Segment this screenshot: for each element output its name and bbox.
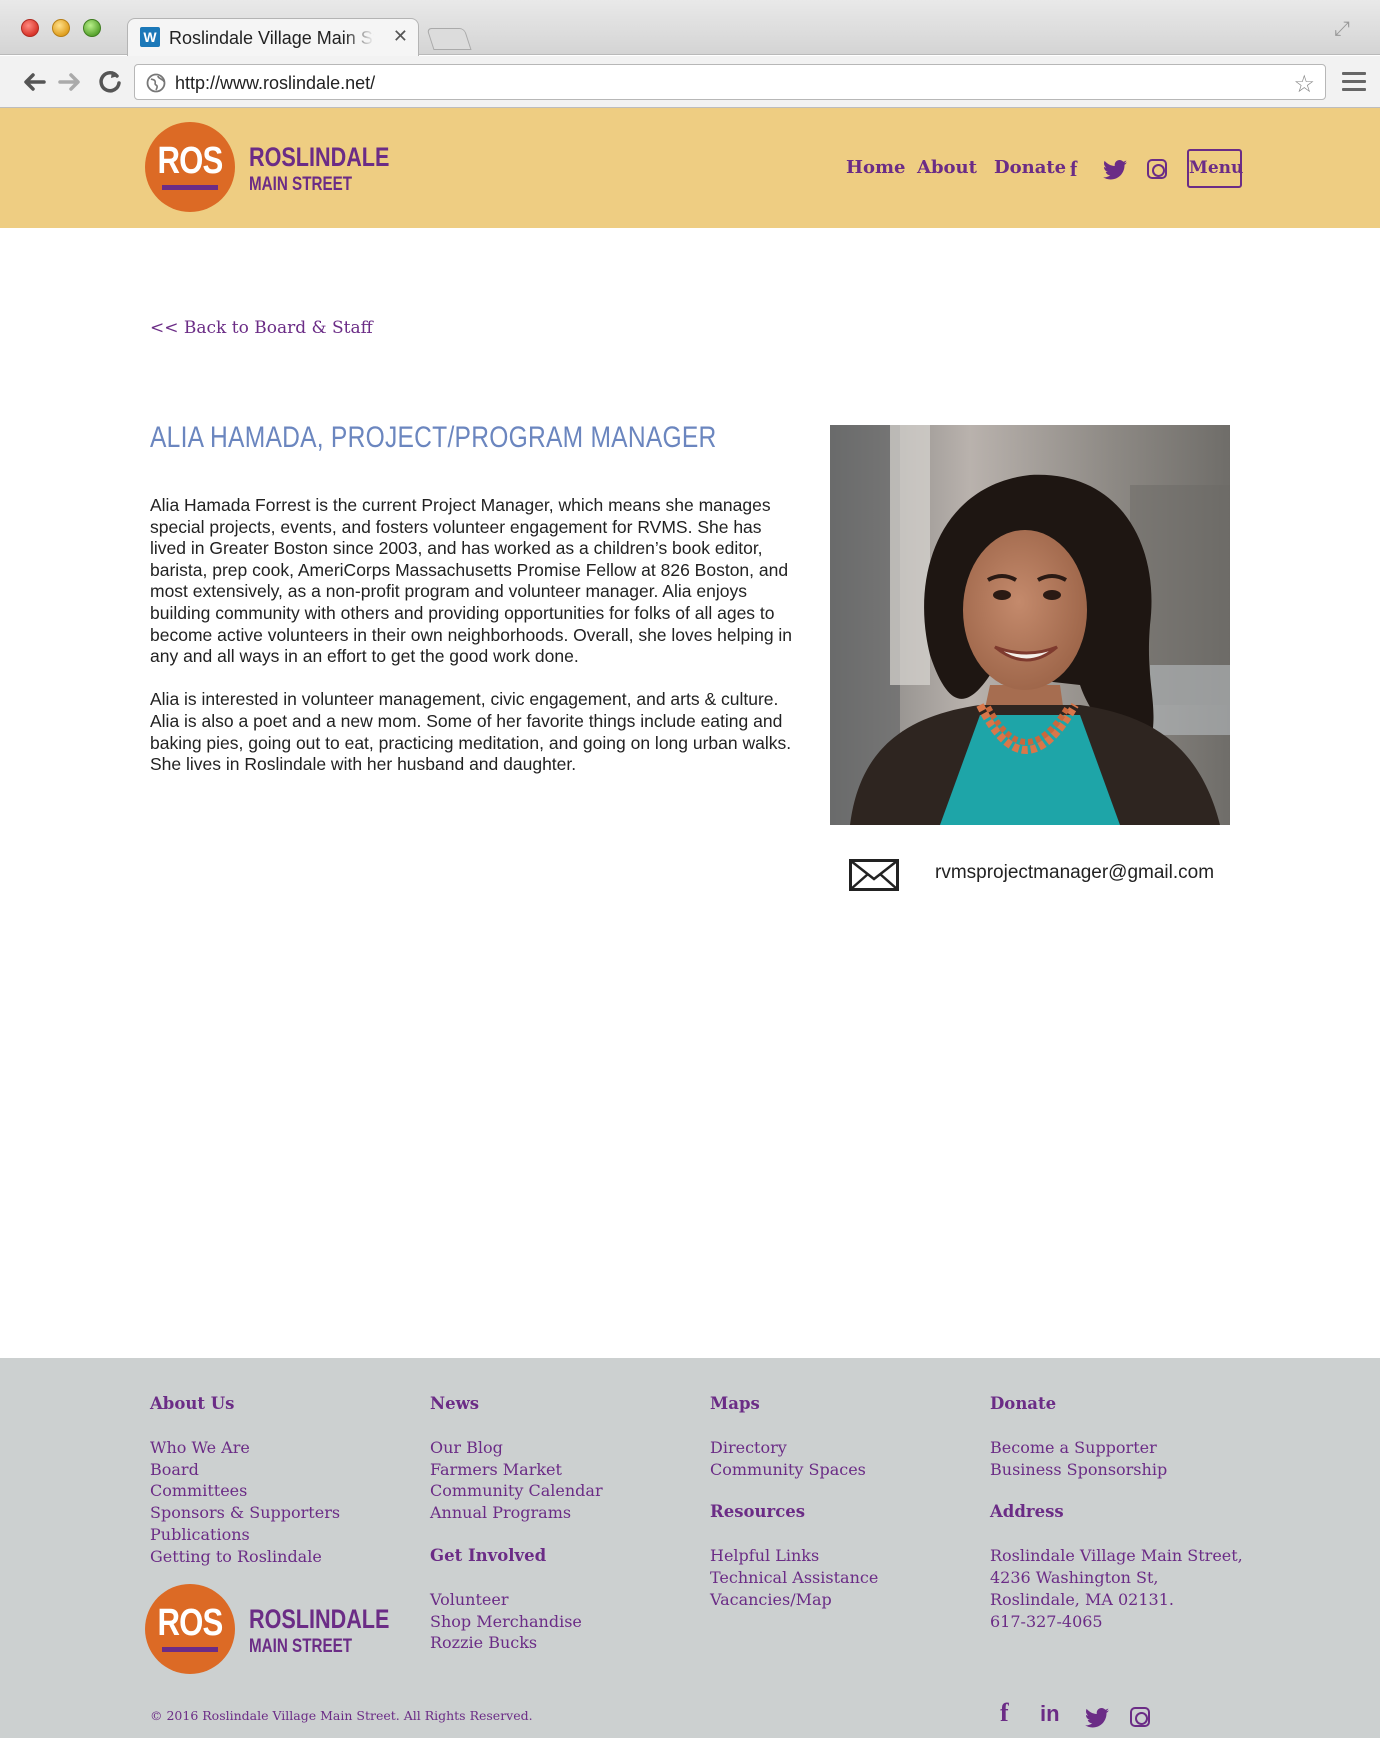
tab-close-icon[interactable]: ✕	[393, 26, 408, 47]
footer-link[interactable]: Board	[150, 1459, 420, 1481]
portrait-photo	[830, 425, 1230, 825]
footer-link[interactable]: Community Calendar	[430, 1480, 700, 1502]
browser-titlebar: W Roslindale Village Main St ✕ ⤢	[0, 0, 1380, 56]
footer-link[interactable]: Volunteer	[430, 1589, 700, 1611]
email-link[interactable]: rvmsprojectmanager@gmail.com	[935, 862, 1214, 884]
site-header: ROS ROSLINDALE MAIN STREET Home About Do…	[0, 108, 1380, 228]
twitter-icon[interactable]	[1103, 160, 1127, 180]
back-arrow-icon	[24, 73, 46, 91]
logo-subtitle: MAIN STREET	[249, 1636, 353, 1657]
bio-paragraph: Alia is interested in volunteer manageme…	[150, 689, 792, 775]
footer-link[interactable]: Business Sponsorship	[990, 1459, 1260, 1481]
bookmark-star-icon[interactable]: ☆	[1293, 70, 1315, 99]
footer-column-maps: Maps Directory Community Spaces Resource…	[710, 1394, 980, 1611]
back-button[interactable]	[20, 68, 48, 96]
tab-title: Roslindale Village Main St	[169, 28, 374, 49]
footer-heading: News	[430, 1394, 480, 1413]
copyright-text: © 2016 Roslindale Village Main Street. A…	[150, 1708, 533, 1723]
browser-tab[interactable]: W Roslindale Village Main St ✕	[127, 18, 419, 56]
footer-link[interactable]: Technical Assistance	[710, 1567, 980, 1589]
footer-link[interactable]: Shop Merchandise	[430, 1611, 700, 1633]
footer-link[interactable]: Vacancies/Map	[710, 1589, 980, 1611]
logo-mark: ROS	[157, 1602, 223, 1644]
footer-logo[interactable]: ROS ROSLINDALE MAIN STREET	[145, 1584, 445, 1676]
nav-donate-link[interactable]: Donate	[994, 157, 1066, 178]
zoom-window-button[interactable]	[83, 19, 101, 37]
site-logo[interactable]: ROS ROSLINDALE MAIN STREET	[145, 122, 445, 214]
footer-link[interactable]: Annual Programs	[430, 1502, 700, 1524]
footer-link[interactable]: Become a Supporter	[990, 1437, 1260, 1459]
footer-link[interactable]: Committees	[150, 1480, 420, 1502]
instagram-icon[interactable]	[1147, 159, 1167, 179]
footer-link[interactable]: Farmers Market	[430, 1459, 700, 1481]
footer-heading: Get Involved	[430, 1545, 547, 1565]
footer-column-about: About Us Who We Are Board Committees Spo…	[150, 1394, 420, 1567]
footer-link[interactable]: Getting to Roslindale	[150, 1546, 420, 1568]
logo-name: ROSLINDALE	[249, 142, 390, 172]
footer-heading: Maps	[710, 1394, 760, 1413]
minimize-window-button[interactable]	[52, 19, 70, 37]
logo-circle: ROS	[145, 1584, 235, 1674]
address-line: 4236 Washington St,	[990, 1568, 1159, 1588]
footer-link[interactable]: Helpful Links	[710, 1545, 980, 1567]
new-tab-button[interactable]	[426, 28, 472, 50]
site-footer: About Us Who We Are Board Committees Spo…	[0, 1358, 1380, 1738]
footer-link[interactable]: Publications	[150, 1524, 420, 1546]
footer-column-donate: Donate Become a Supporter Business Spons…	[990, 1394, 1260, 1632]
favicon-icon: W	[140, 27, 160, 47]
fullscreen-icon[interactable]: ⤢	[1334, 18, 1356, 40]
forward-button[interactable]	[56, 68, 84, 96]
page-title: ALIA HAMADA, PROJECT/PROGRAM MANAGER	[150, 421, 717, 454]
bio-paragraph: Alia Hamada Forrest is the current Proje…	[150, 495, 793, 667]
facebook-icon[interactable]: f	[1000, 1698, 1009, 1728]
address-line: Roslindale, MA 02131.	[990, 1589, 1174, 1609]
footer-link[interactable]: Our Blog	[430, 1437, 700, 1459]
globe-icon	[146, 73, 166, 93]
twitter-icon[interactable]	[1085, 1708, 1109, 1728]
footer-heading: Donate	[990, 1394, 1057, 1413]
address-line: Roslindale Village Main Street,	[990, 1546, 1243, 1566]
footer-heading: Resources	[710, 1502, 806, 1522]
logo-circle: ROS	[145, 122, 235, 212]
footer-link[interactable]: Community Spaces	[710, 1459, 980, 1481]
reload-icon	[99, 71, 121, 93]
browser-menu-icon[interactable]	[1342, 72, 1366, 96]
footer-link[interactable]: Directory	[710, 1437, 980, 1459]
logo-name: ROSLINDALE	[249, 1604, 390, 1634]
nav-home-link[interactable]: Home	[846, 157, 906, 178]
reload-button[interactable]	[96, 68, 124, 96]
footer-link[interactable]: Rozzie Bucks	[430, 1632, 700, 1654]
url-text: http://www.roslindale.net/	[175, 73, 376, 93]
envelope-icon	[849, 859, 899, 891]
footer-heading: Address	[990, 1502, 1064, 1522]
phone-link[interactable]: 617-327-4065	[990, 1611, 1260, 1633]
linkedin-icon[interactable]: in	[1040, 1701, 1060, 1727]
email-row[interactable]: rvmsprojectmanager@gmail.com	[849, 857, 1249, 893]
logo-subtitle: MAIN STREET	[249, 174, 353, 195]
nav-about-link[interactable]: About	[917, 157, 977, 178]
menu-button[interactable]: Menu	[1187, 149, 1243, 188]
footer-link[interactable]: Sponsors & Supporters	[150, 1502, 420, 1524]
browser-toolbar: http://www.roslindale.net/ ☆	[0, 56, 1380, 108]
address-bar[interactable]: http://www.roslindale.net/ ☆	[134, 64, 1326, 100]
bio-text: Alia Hamada Forrest is the current Proje…	[150, 495, 800, 797]
staff-portrait	[830, 425, 1230, 825]
footer-link[interactable]: Who We Are	[150, 1437, 420, 1459]
close-window-button[interactable]	[21, 19, 39, 37]
footer-heading: About Us	[150, 1394, 235, 1413]
facebook-icon[interactable]: f	[1070, 156, 1077, 182]
forward-arrow-icon	[58, 73, 80, 91]
logo-mark: ROS	[157, 140, 223, 182]
footer-column-news: News Our Blog Farmers Market Community C…	[430, 1394, 700, 1654]
instagram-icon[interactable]	[1130, 1707, 1150, 1727]
back-to-board-link[interactable]: << Back to Board & Staff	[150, 318, 373, 338]
